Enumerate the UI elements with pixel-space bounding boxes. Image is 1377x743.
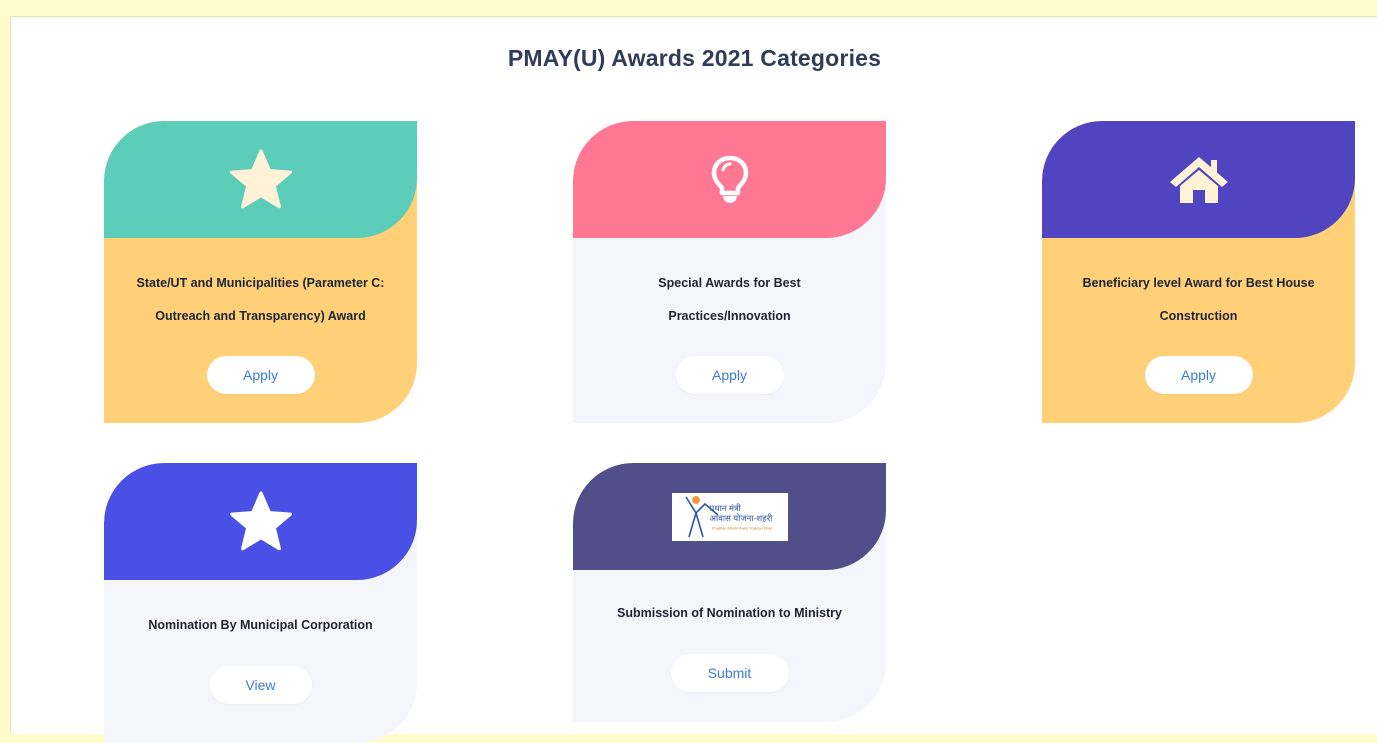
submit-button[interactable]: Submit [670, 654, 789, 692]
view-button[interactable]: View [209, 666, 312, 704]
card-title: Beneficiary level Award for Best House C… [1082, 276, 1315, 323]
awards-panel: PMAY(U) Awards 2021 Categories State/UT … [10, 16, 1377, 743]
card-title: Submission of Nomination to Ministry [617, 606, 842, 620]
apply-button[interactable]: Apply [675, 356, 784, 394]
award-card-beneficiary: Beneficiary level Award for Best House C… [1042, 121, 1355, 423]
card-header: प्रधान मंत्री आवास योजना-शहरी Pradhan Ma… [573, 463, 886, 570]
home-icon [1168, 155, 1230, 205]
card-header [104, 121, 417, 238]
page-title: PMAY(U) Awards 2021 Categories [507, 45, 882, 71]
pmay-logo: प्रधान मंत्री आवास योजना-शहरी Pradhan Ma… [671, 492, 788, 541]
card-title: Special Awards for Best Practices/Innova… [658, 276, 801, 323]
card-title: Nomination By Municipal Corporation [148, 618, 373, 632]
lightbulb-icon [710, 155, 750, 205]
apply-button[interactable]: Apply [206, 356, 315, 394]
award-card-special: Special Awards for Best Practices/Innova… [573, 121, 886, 423]
card-title: State/UT and Municipalities (Parameter C… [136, 276, 385, 323]
award-card-state-ut: State/UT and Municipalities (Parameter C… [104, 121, 417, 423]
star-icon [228, 491, 294, 553]
star-icon [228, 149, 294, 211]
award-card-nomination-municipal: Nomination By Municipal Corporation View [104, 463, 417, 743]
award-card-submission: प्रधान मंत्री आवास योजना-शहरी Pradhan Ma… [573, 463, 886, 722]
card-header [1042, 121, 1355, 238]
card-header [573, 121, 886, 238]
apply-button[interactable]: Apply [1144, 356, 1253, 394]
card-header [104, 463, 417, 580]
